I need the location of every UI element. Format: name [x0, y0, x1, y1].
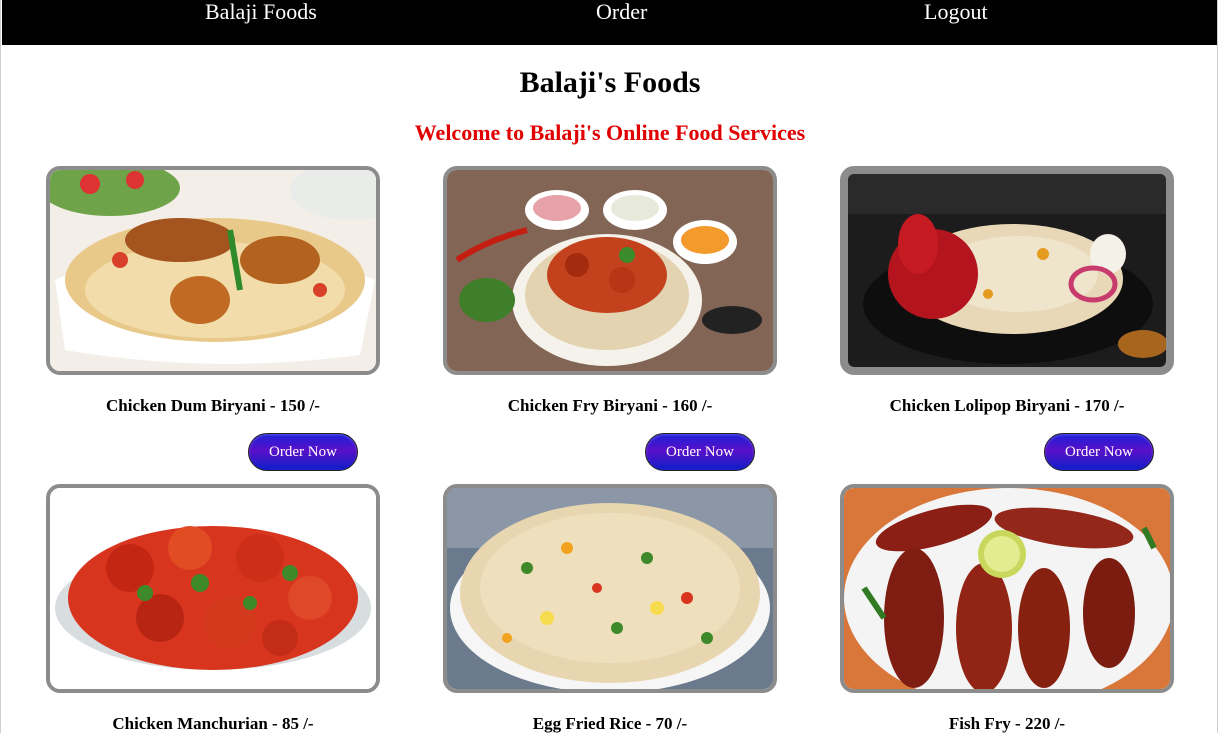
- fish-fry-image: [840, 484, 1174, 693]
- chicken-fry-biryani-image: [443, 166, 777, 375]
- item-caption: Fish Fry - 220 /-: [948, 714, 1066, 733]
- order-now-button[interactable]: Order Now: [645, 433, 755, 471]
- page-frame: Balaji Foods Order Logout Balaji's Foods…: [0, 0, 1218, 733]
- item-caption: Chicken Dum Biryani - 150 /-: [106, 396, 320, 415]
- chicken-manchurian-image: [46, 484, 380, 693]
- nav-order-link[interactable]: Order: [596, 0, 647, 26]
- page-title: Balaji's Foods: [519, 66, 701, 99]
- nav-brand-link[interactable]: Balaji Foods: [205, 0, 317, 26]
- item-caption: Egg Fried Rice - 70 /-: [532, 714, 688, 733]
- item-caption: Chicken Manchurian - 85 /-: [112, 714, 314, 733]
- item-caption: Chicken Lolipop Biryani - 170 /-: [889, 396, 1125, 415]
- nav-logout-link[interactable]: Logout: [924, 0, 988, 26]
- order-now-button[interactable]: Order Now: [248, 433, 358, 471]
- chicken-dum-biryani-image: [46, 166, 380, 375]
- welcome-heading: Welcome to Balaji's Online Food Services: [414, 120, 806, 145]
- chicken-lolipop-biryani-image: [840, 166, 1174, 375]
- egg-fried-rice-image: [443, 484, 777, 693]
- top-navbar: Balaji Foods Order Logout: [2, 0, 1217, 45]
- order-now-button[interactable]: Order Now: [1044, 433, 1154, 471]
- item-caption: Chicken Fry Biryani - 160 /-: [507, 396, 713, 415]
